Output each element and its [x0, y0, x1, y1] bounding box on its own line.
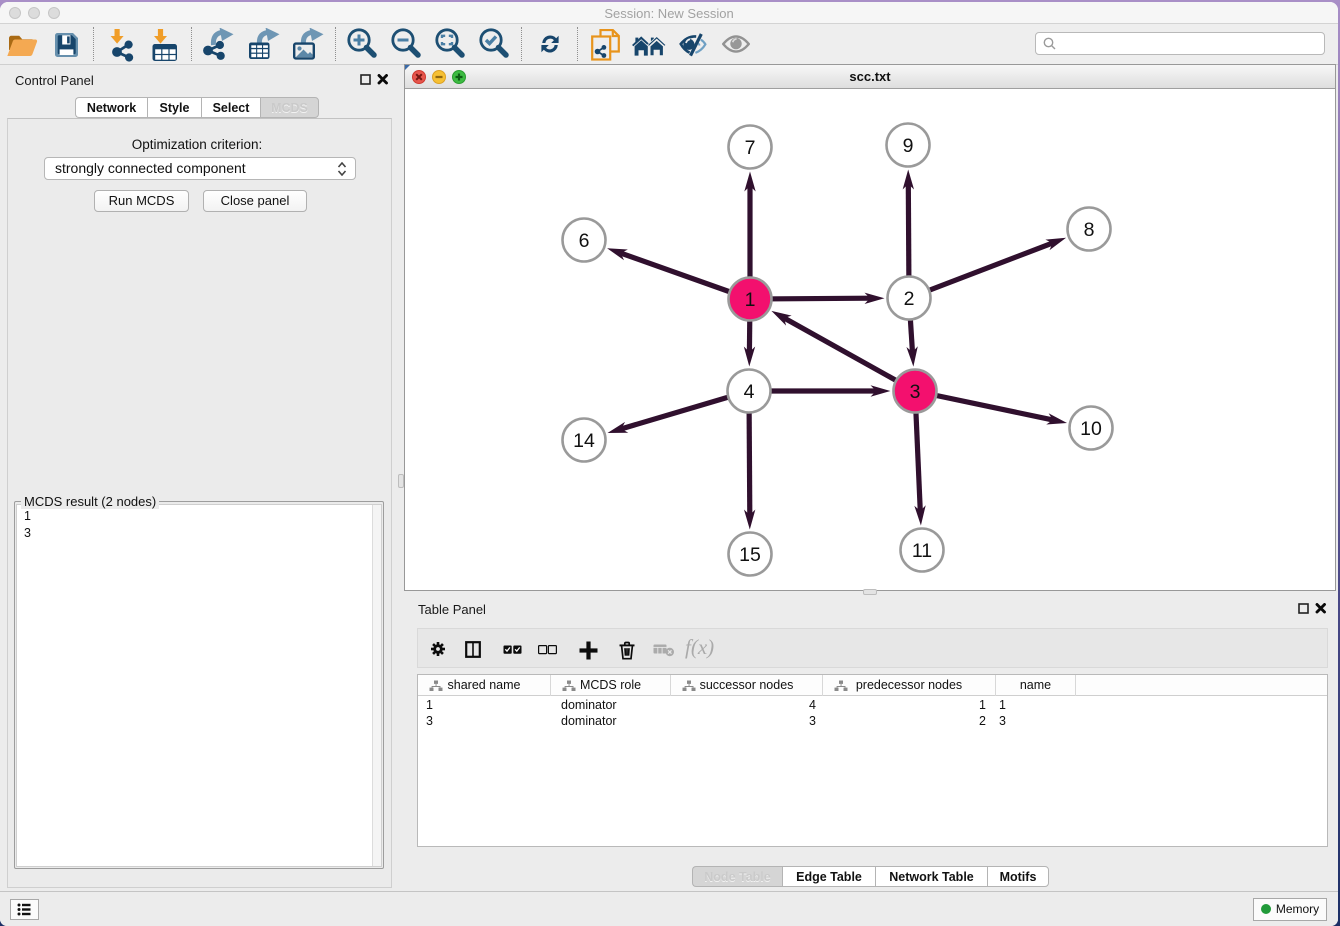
- svg-text:11: 11: [912, 540, 932, 562]
- svg-text:1: 1: [745, 289, 756, 311]
- svg-text:6: 6: [579, 230, 590, 252]
- svg-text:2: 2: [904, 288, 915, 310]
- svg-text:9: 9: [903, 135, 914, 157]
- svg-text:14: 14: [573, 430, 595, 452]
- svg-text:7: 7: [745, 137, 756, 159]
- svg-text:3: 3: [910, 381, 921, 403]
- svg-text:8: 8: [1084, 219, 1095, 241]
- svg-text:4: 4: [744, 381, 755, 403]
- svg-text:10: 10: [1080, 418, 1102, 440]
- svg-text:15: 15: [739, 544, 761, 566]
